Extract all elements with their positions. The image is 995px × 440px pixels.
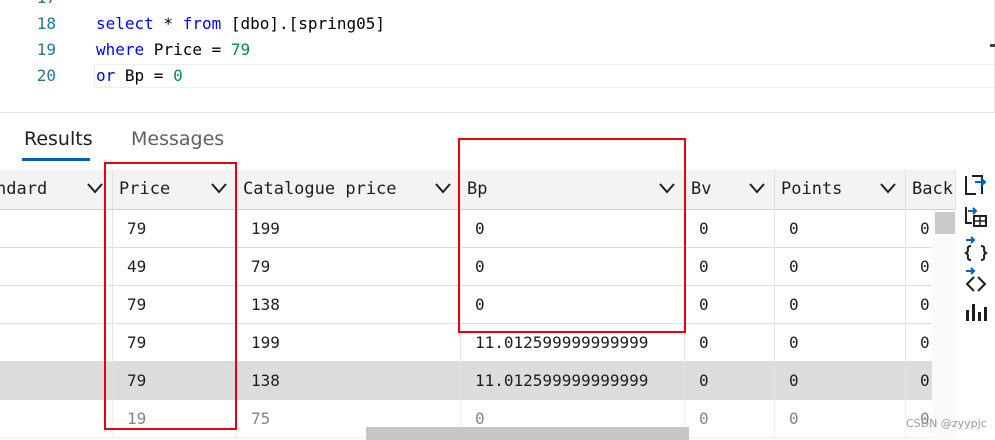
line-number-17: 17 — [0, 0, 56, 8]
vertical-scrollbar[interactable] — [932, 210, 956, 440]
save-as-xml-icon[interactable] — [962, 265, 990, 293]
table-cell-points[interactable]: 0 — [775, 248, 906, 286]
cell-value: 199 — [251, 219, 280, 238]
overview-ruler-marker — [990, 44, 995, 47]
code-line-20[interactable]: or Bp = 0 — [96, 66, 183, 86]
save-as-excel-icon[interactable] — [962, 203, 990, 231]
code-text: Bp = — [115, 66, 174, 85]
number-literal: 79 — [230, 40, 251, 59]
watermark: CSDN @zyypjc — [906, 417, 987, 430]
chevron-down-icon[interactable] — [879, 181, 897, 195]
table-cell-standard[interactable] — [0, 362, 113, 400]
column-header-standard[interactable]: ndard — [0, 170, 113, 210]
cell-value: 79 — [251, 257, 271, 276]
cell-value: 75 — [251, 409, 271, 428]
code-text: Price = — [144, 40, 231, 59]
table-cell-points[interactable]: 0 — [775, 362, 906, 400]
code-line-19[interactable]: where Price = 79 — [96, 40, 250, 60]
number-literal: 0 — [173, 66, 183, 85]
pane-divider[interactable] — [0, 112, 995, 113]
keyword: from — [182, 14, 222, 33]
column-header-label: Points — [781, 179, 843, 199]
code-text: * — [153, 14, 183, 33]
cell-value: 0 — [699, 257, 709, 276]
keyword: where — [96, 40, 145, 59]
table-cell-points[interactable]: 0 — [775, 324, 906, 362]
cell-value: 0 — [699, 219, 709, 238]
column-header-bv[interactable]: Bv — [685, 170, 775, 210]
keyword: or — [96, 66, 116, 85]
line-number-19: 19 — [36, 40, 56, 59]
table-cell-bp[interactable]: 11.012599999999999 — [461, 362, 685, 400]
cell-value: 0 — [699, 333, 709, 352]
tab-messages[interactable]: Messages — [131, 128, 224, 150]
cell-value: 0 — [699, 295, 709, 314]
cell-value: 11.012599999999999 — [475, 333, 649, 352]
table-cell-standard[interactable] — [0, 286, 113, 324]
code-text: [dbo].[spring05] — [221, 14, 385, 33]
active-tab-indicator — [22, 158, 90, 161]
table-cell-standard[interactable] — [0, 324, 113, 362]
cell-value: 0 — [789, 371, 799, 390]
cell-value: 0 — [789, 333, 799, 352]
cell-value: 0 — [699, 371, 709, 390]
table-cell-points[interactable]: 0 — [775, 210, 906, 248]
keyword: select — [96, 14, 154, 33]
annotation-box-bp — [458, 138, 686, 333]
save-as-json-icon[interactable] — [962, 234, 990, 262]
table-cell-points[interactable]: 0 — [775, 286, 906, 324]
code-line-18[interactable]: select * from [dbo].[spring05] — [96, 14, 385, 34]
column-header-label: ndard — [0, 179, 48, 199]
annotation-box-price — [104, 162, 237, 430]
column-header-points[interactable]: Points — [775, 170, 906, 210]
table-cell-points[interactable]: 0 — [775, 400, 906, 438]
cell-value: 138 — [251, 371, 280, 390]
cell-value: 138 — [251, 295, 280, 314]
chart-icon[interactable] — [962, 298, 990, 326]
vertical-scrollbar-thumb[interactable] — [935, 212, 955, 234]
save-as-csv-icon[interactable] — [962, 172, 990, 200]
horizontal-scrollbar-thumb[interactable] — [366, 427, 689, 440]
current-line-highlight — [94, 64, 995, 88]
table-cell-standard[interactable] — [0, 248, 113, 286]
query-editor[interactable]: 17 18 19 20 select * from [dbo].[spring0… — [0, 0, 995, 112]
cell-value: 0 — [920, 257, 930, 276]
table-cell-catalogue-price[interactable]: 199 — [237, 324, 461, 362]
table-cell-bv[interactable]: 0 — [685, 210, 775, 248]
column-header-label: Back — [912, 179, 953, 199]
column-header-back[interactable]: Back — [906, 170, 956, 210]
table-cell-bv[interactable]: 0 — [685, 286, 775, 324]
cell-value: 0 — [789, 257, 799, 276]
tab-results[interactable]: Results — [24, 128, 93, 150]
table-cell-catalogue-price[interactable]: 138 — [237, 286, 461, 324]
line-number-20: 20 — [36, 66, 56, 85]
column-header-catalogue-price[interactable]: Catalogue price — [237, 170, 461, 210]
chevron-down-icon[interactable] — [434, 181, 452, 195]
chevron-down-icon[interactable] — [86, 181, 104, 195]
column-header-label: Bv — [691, 179, 712, 199]
cell-value: 0 — [920, 295, 930, 314]
cell-value: 0 — [789, 219, 799, 238]
column-header-label: Catalogue price — [243, 179, 397, 199]
table-cell-bv[interactable]: 0 — [685, 400, 775, 438]
table-cell-bv[interactable]: 0 — [685, 362, 775, 400]
table-cell-standard[interactable] — [0, 400, 113, 438]
line-number-18: 18 — [36, 14, 56, 33]
table-cell-bv[interactable]: 0 — [685, 324, 775, 362]
table-cell-catalogue-price[interactable]: 79 — [237, 248, 461, 286]
cell-value: 0 — [475, 409, 485, 428]
cell-value: 0 — [789, 295, 799, 314]
cell-value: 0 — [789, 409, 799, 428]
table-cell-catalogue-price[interactable]: 138 — [237, 362, 461, 400]
cell-value: 0 — [920, 333, 930, 352]
table-cell-bv[interactable]: 0 — [685, 248, 775, 286]
chevron-down-icon[interactable] — [748, 181, 766, 195]
table-cell-standard[interactable] — [0, 210, 113, 248]
cell-value: 199 — [251, 333, 280, 352]
cell-value: 0 — [920, 219, 930, 238]
cell-value: 0 — [920, 371, 930, 390]
cell-value: 11.012599999999999 — [475, 371, 649, 390]
table-cell-catalogue-price[interactable]: 199 — [237, 210, 461, 248]
cell-value: 0 — [699, 409, 709, 428]
